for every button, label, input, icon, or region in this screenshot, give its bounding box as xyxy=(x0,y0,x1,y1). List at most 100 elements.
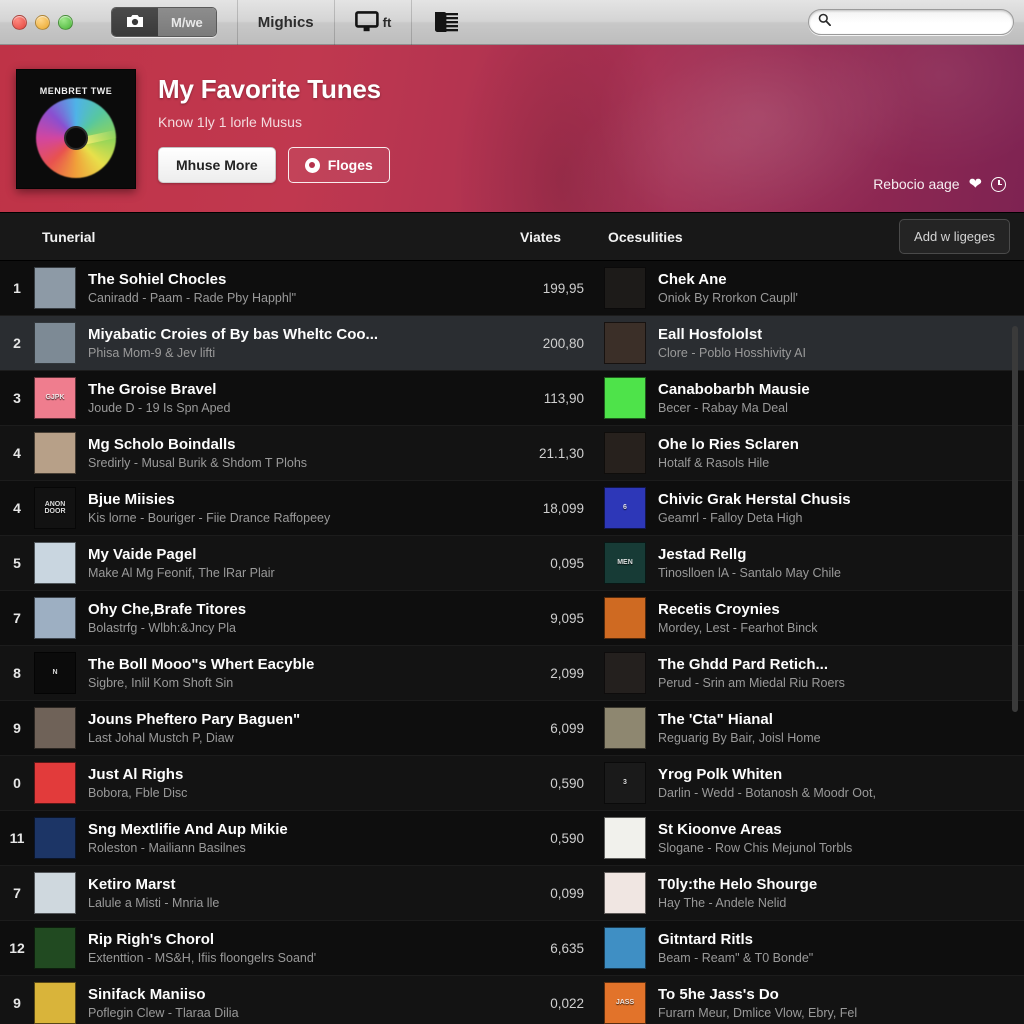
table-row[interactable]: 2 Miyabatic Croies of By bas Wheltc Coo..… xyxy=(0,316,1024,371)
minimize-window-button[interactable] xyxy=(35,14,50,30)
muse-more-button[interactable]: Mhuse More xyxy=(158,147,276,183)
table-row[interactable]: 11 Sng Mextlifie And Aup Mikie Roleston - … xyxy=(0,811,1024,866)
track-left-cell[interactable]: 7 Ohy Che,Brafe Titores Bolastrfg - Wlbh:&… xyxy=(0,597,500,639)
segment-camera-tab[interactable] xyxy=(112,8,158,36)
track-left-cell[interactable]: 2 Miyabatic Croies of By bas Wheltc Coo..… xyxy=(0,322,500,364)
occasion-meta: To 5he Jass's Do Furarn Meur, Dmlice Vlow… xyxy=(658,986,1024,1020)
track-left-cell[interactable]: 12 Rip Righ's Chorol Extenttion - MS&H, If… xyxy=(0,927,500,969)
track-meta: Sinifack Maniiso Poflegin Clew - Tlaraa D… xyxy=(88,986,488,1020)
track-right-cell[interactable]: Recetis Croynies Mordey, Lest - Fearhot B… xyxy=(594,597,1024,639)
track-right-cell[interactable]: MEN Jestad Rellg Tinoslloen lA - Santalo M… xyxy=(594,542,1024,584)
album-thumbnail[interactable] xyxy=(34,927,76,969)
track-right-cell[interactable]: Eall Hosfololst Clore - Poblo Hosshivity … xyxy=(594,322,1024,364)
track-right-cell[interactable]: 6 Chivic Grak Herstal Chusis Geamrl - Fall… xyxy=(594,487,1024,529)
occasion-thumbnail[interactable] xyxy=(604,817,646,859)
add-ligeges-button[interactable]: Add w ligeges xyxy=(899,219,1010,254)
table-row[interactable]: 7 Ketiro Marst Lalule a Misti - Mnria lle 0… xyxy=(0,866,1024,921)
occasion-thumbnail[interactable] xyxy=(604,322,646,364)
close-window-button[interactable] xyxy=(12,14,27,30)
album-thumbnail[interactable]: N xyxy=(34,652,76,694)
album-thumbnail[interactable] xyxy=(34,267,76,309)
album-thumbnail[interactable] xyxy=(34,707,76,749)
track-right-cell[interactable]: Canabobarbh Mausie Becer - Rabay Ma Deal xyxy=(594,377,1024,419)
track-left-cell[interactable]: 7 Ketiro Marst Lalule a Misti - Mnria lle xyxy=(0,872,500,914)
search-box[interactable] xyxy=(808,9,1014,35)
window-controls xyxy=(12,14,73,30)
playlist-cover-art[interactable]: MENBRET TWE xyxy=(16,68,136,189)
column-header-plays[interactable]: Viates xyxy=(520,229,561,245)
table-row[interactable]: 9 Jouns Pheftero Pary Baguen" Last Johal M… xyxy=(0,701,1024,756)
table-row[interactable]: 9 Sinifack Maniiso Poflegin Clew - Tlaraa … xyxy=(0,976,1024,1024)
track-right-cell[interactable]: The Ghdd Pard Retich... Perud - Srin am M… xyxy=(594,652,1024,694)
track-left-cell[interactable]: 9 Jouns Pheftero Pary Baguen" Last Johal M… xyxy=(0,707,500,749)
search-input[interactable] xyxy=(837,15,1004,29)
album-thumbnail[interactable]: ANON DOOR xyxy=(34,487,76,529)
track-right-cell[interactable]: JASS To 5he Jass's Do Furarn Meur, Dmlice … xyxy=(594,982,1024,1024)
vertical-scrollbar[interactable] xyxy=(1012,326,1018,712)
occasion-thumbnail[interactable] xyxy=(604,707,646,749)
toolbar-group-display[interactable]: ft xyxy=(335,0,413,45)
track-left-cell[interactable]: 0 Just Al Righs Bobora, Fble Disc xyxy=(0,762,500,804)
floges-button[interactable]: Floges xyxy=(287,147,390,183)
table-row[interactable]: 5 My Vaide Pagel Make Al Mg Feonif, The lR… xyxy=(0,536,1024,591)
occasion-thumbnail[interactable] xyxy=(604,597,646,639)
table-row[interactable]: 1 The Sohiel Chocles Caniradd - Paam - Rad… xyxy=(0,261,1024,316)
track-left-cell[interactable]: 5 My Vaide Pagel Make Al Mg Feonif, The lR… xyxy=(0,542,500,584)
occasion-thumbnail[interactable]: MEN xyxy=(604,542,646,584)
hero-meta: Rebocio aage ❤ xyxy=(873,174,1006,194)
segment-more-tab[interactable]: M/we xyxy=(158,8,216,36)
track-right-cell[interactable]: 3 Yrog Polk Whiten Darlin - Wedd - Botanos… xyxy=(594,762,1024,804)
album-thumbnail[interactable] xyxy=(34,322,76,364)
maximize-window-button[interactable] xyxy=(58,14,73,30)
table-row[interactable]: 4 Mg Scholo Boindalls Sredirly - Musal Bur… xyxy=(0,426,1024,481)
table-row[interactable]: 7 Ohy Che,Brafe Titores Bolastrfg - Wlbh:&… xyxy=(0,591,1024,646)
table-row[interactable]: 12 Rip Righ's Chorol Extenttion - MS&H, If… xyxy=(0,921,1024,976)
heart-icon[interactable]: ❤ xyxy=(969,174,982,194)
track-right-cell[interactable]: The 'Cta" Hianal Reguarig By Bair, Joisl … xyxy=(594,707,1024,749)
clock-icon[interactable] xyxy=(991,176,1006,192)
occasion-thumbnail[interactable] xyxy=(604,927,646,969)
track-list[interactable]: 1 The Sohiel Chocles Caniradd - Paam - Rad… xyxy=(0,261,1024,1024)
search-icon xyxy=(818,13,831,31)
occasion-thumbnail[interactable] xyxy=(604,872,646,914)
track-left-cell[interactable]: 9 Sinifack Maniiso Poflegin Clew - Tlaraa … xyxy=(0,982,500,1024)
track-left-cell[interactable]: 4 ANON DOOR Bjue Miisies Kis lorne - Bourig… xyxy=(0,487,500,529)
track-meta: Ohy Che,Brafe Titores Bolastrfg - Wlbh:&J… xyxy=(88,601,488,635)
track-left-cell[interactable]: 8 N The Boll Mooo"s Whert Eacyble Sigbre, I… xyxy=(0,652,500,694)
album-thumbnail[interactable] xyxy=(34,872,76,914)
track-left-cell[interactable]: 1 The Sohiel Chocles Caniradd - Paam - Rad… xyxy=(0,267,500,309)
occasion-title: Eall Hosfololst xyxy=(658,326,763,343)
toolbar-group-mighics[interactable]: Mighics xyxy=(238,0,335,45)
track-left-cell[interactable]: 4 Mg Scholo Boindalls Sredirly - Musal Bur… xyxy=(0,432,500,474)
occasion-thumbnail[interactable] xyxy=(604,267,646,309)
track-right-cell[interactable]: Gitntard Ritls Beam - Ream" & T0 Bonde" xyxy=(594,927,1024,969)
occasion-thumbnail[interactable]: 6 xyxy=(604,487,646,529)
occasion-thumbnail[interactable]: JASS xyxy=(604,982,646,1024)
track-right-cell[interactable]: St Kioonve Areas Slogane - Row Chis Mejun… xyxy=(594,817,1024,859)
track-right-cell[interactable]: Chek Ane Oniok By Rrorkon Caupll' xyxy=(594,267,1024,309)
occasion-thumbnail-label xyxy=(605,873,645,913)
occasion-thumbnail[interactable]: 3 xyxy=(604,762,646,804)
track-left-cell[interactable]: 3 GJPK The Groise Bravel Joude D - 19 Is Sp… xyxy=(0,377,500,419)
occasion-thumbnail[interactable] xyxy=(604,377,646,419)
track-left-cell[interactable]: 11 Sng Mextlifie And Aup Mikie Roleston - … xyxy=(0,817,500,859)
album-thumbnail[interactable] xyxy=(34,597,76,639)
track-right-cell[interactable]: Ohe lo Ries Sclaren Hotalf & Rasols Hile xyxy=(594,432,1024,474)
column-header-occasions[interactable]: Ocesulities xyxy=(608,229,683,245)
view-mode-segmented-control[interactable]: M/we xyxy=(111,7,217,37)
album-thumbnail[interactable] xyxy=(34,762,76,804)
album-thumbnail[interactable] xyxy=(34,432,76,474)
table-row[interactable]: 8 N The Boll Mooo"s Whert Eacyble Sigbre, I… xyxy=(0,646,1024,701)
column-header-title[interactable]: Tunerial xyxy=(42,229,95,245)
album-thumbnail[interactable] xyxy=(34,542,76,584)
table-row[interactable]: 4 ANON DOOR Bjue Miisies Kis lorne - Bourig… xyxy=(0,481,1024,536)
table-row[interactable]: 3 GJPK The Groise Bravel Joude D - 19 Is Sp… xyxy=(0,371,1024,426)
toolbar-group-library[interactable] xyxy=(412,0,480,45)
table-row[interactable]: 0 Just Al Righs Bobora, Fble Disc 0,590 3 Yro… xyxy=(0,756,1024,811)
album-thumbnail[interactable] xyxy=(34,982,76,1024)
album-thumbnail[interactable]: GJPK xyxy=(34,377,76,419)
track-right-cell[interactable]: T0ly:the Helo Shourge Hay The - Andele Ne… xyxy=(594,872,1024,914)
occasion-thumbnail[interactable] xyxy=(604,432,646,474)
album-thumbnail[interactable] xyxy=(34,817,76,859)
occasion-thumbnail[interactable] xyxy=(604,652,646,694)
